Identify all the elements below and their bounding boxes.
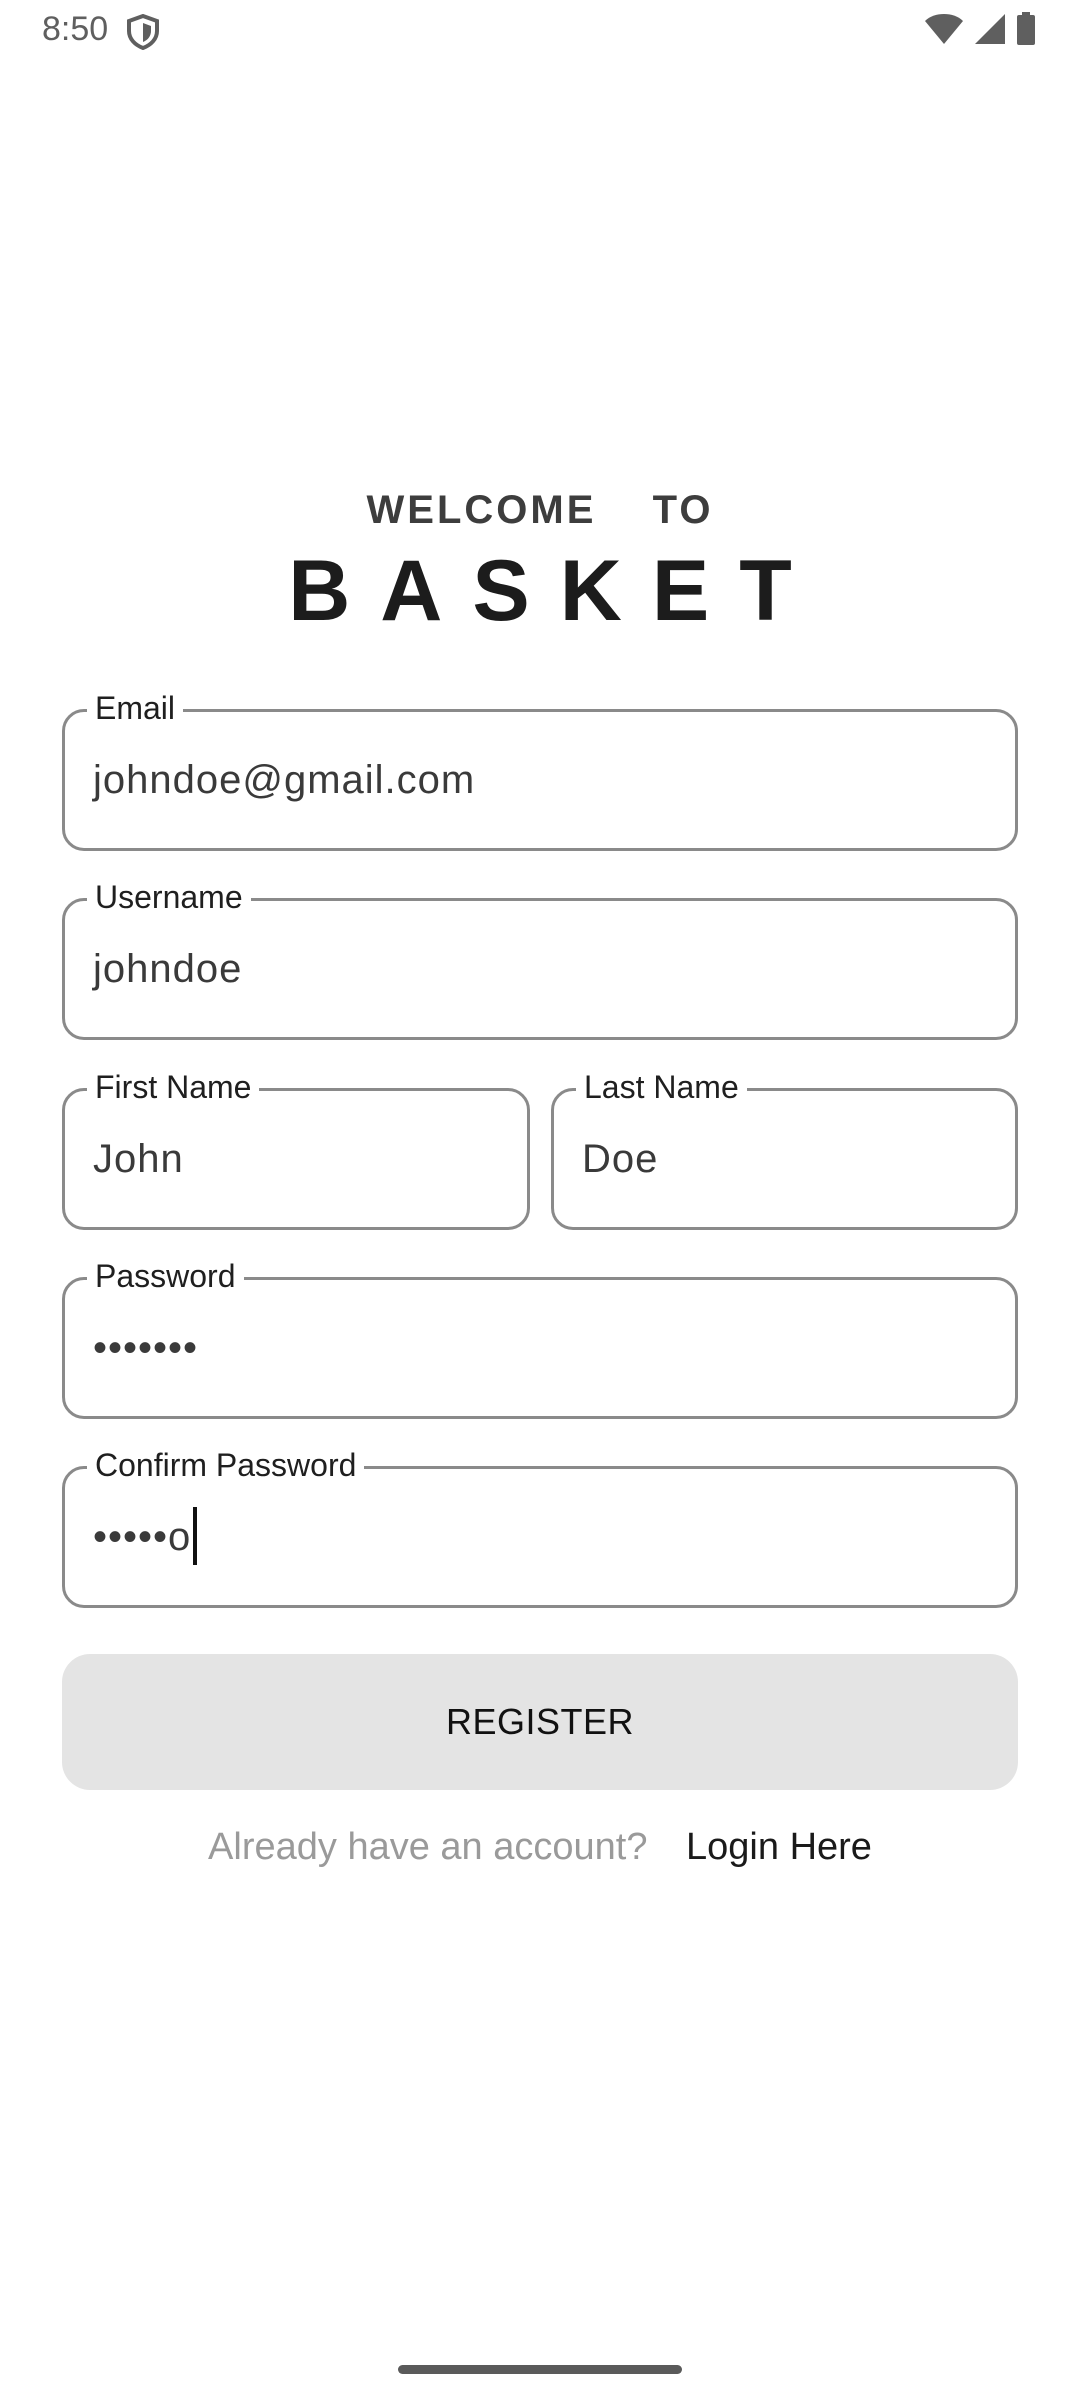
text-cursor <box>193 1507 198 1566</box>
email-field[interactable]: Email johndoe@gmail.com <box>62 688 1018 851</box>
last-name-value[interactable]: Doe <box>582 1135 658 1183</box>
shield-icon <box>126 13 160 51</box>
first-name-value[interactable]: John <box>93 1135 184 1183</box>
username-value[interactable]: johndoe <box>93 945 242 993</box>
battery-icon <box>1016 12 1036 46</box>
password-label: Password <box>87 1256 244 1296</box>
login-row: Already have an account? Login Here <box>0 1826 1080 1869</box>
password-field[interactable]: Password ••••••• <box>62 1256 1018 1419</box>
username-field[interactable]: Username johndoe <box>62 877 1018 1040</box>
last-name-field[interactable]: Last Name Doe <box>551 1067 1018 1230</box>
signal-icon <box>974 13 1006 45</box>
home-indicator[interactable] <box>398 2365 682 2374</box>
login-prompt: Already have an account? <box>208 1826 648 1868</box>
register-screen: 8:50 WELCOME TO BASKET Email johndoe@gma… <box>0 0 1080 2400</box>
wifi-icon <box>924 13 964 45</box>
first-name-label: First Name <box>87 1067 260 1107</box>
confirm-password-value[interactable]: •••••o <box>93 1515 191 1559</box>
status-bar: 8:50 <box>0 0 1080 62</box>
confirm-password-value-wrap[interactable]: •••••o <box>93 1507 198 1566</box>
username-label: Username <box>87 877 251 917</box>
last-name-label: Last Name <box>576 1067 747 1107</box>
status-time: 8:50 <box>42 10 109 48</box>
confirm-password-label: Confirm Password <box>87 1445 365 1485</box>
welcome-heading: WELCOME TO <box>366 488 714 532</box>
email-value[interactable]: johndoe@gmail.com <box>93 756 475 804</box>
login-link[interactable]: Login Here <box>686 1826 872 1868</box>
password-value[interactable]: ••••••• <box>93 1324 198 1372</box>
register-button[interactable]: REGISTER <box>62 1654 1018 1790</box>
status-icons <box>924 12 1036 46</box>
first-name-field[interactable]: First Name John <box>62 1067 530 1230</box>
app-title: BASKET <box>288 543 822 639</box>
email-label: Email <box>87 688 184 728</box>
confirm-password-field[interactable]: Confirm Password •••••o <box>62 1445 1018 1608</box>
